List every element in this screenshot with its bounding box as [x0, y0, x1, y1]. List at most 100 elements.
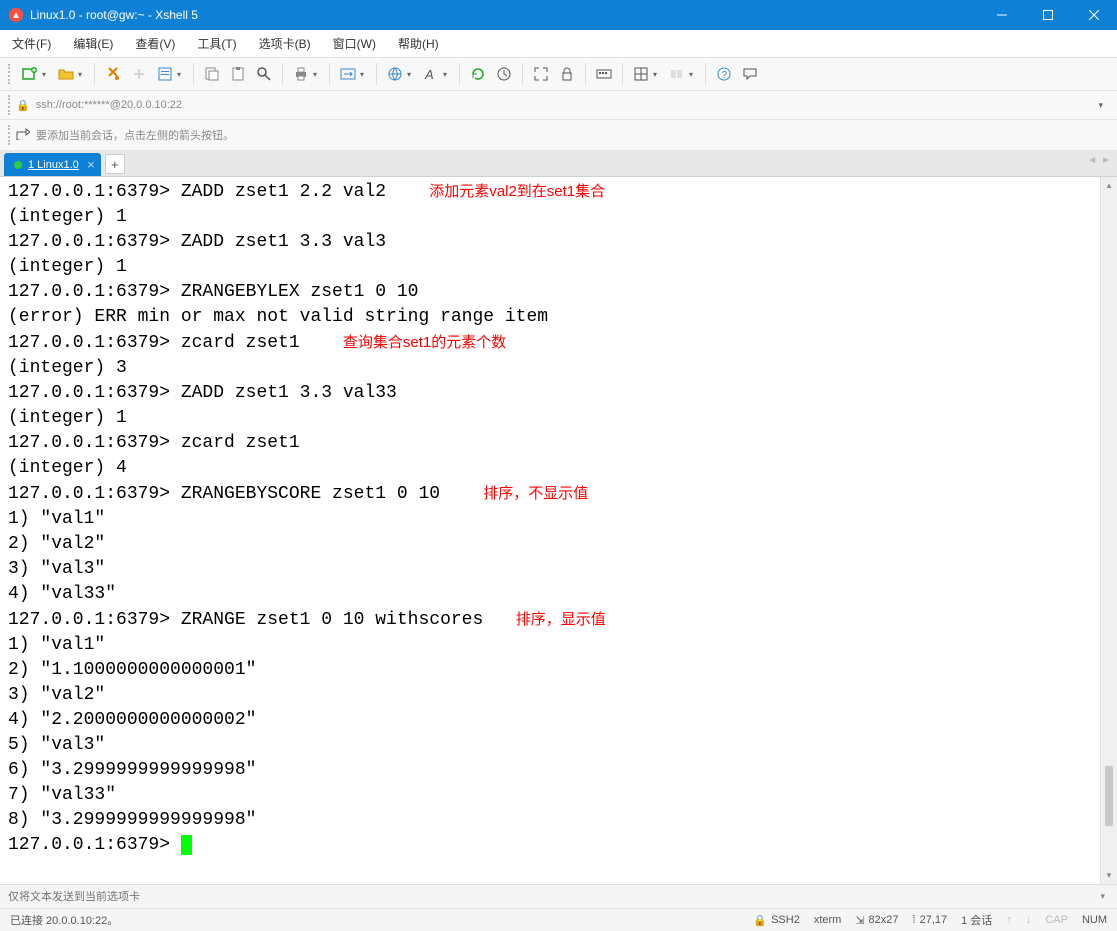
terminal-line: 5) "val3" — [8, 733, 1092, 758]
terminal-line: 1) "val1" — [8, 507, 1092, 532]
status-size: ⇲82x27 — [855, 914, 898, 927]
scroll-up-icon[interactable]: ▴ — [1101, 177, 1117, 194]
dropdown-icon[interactable]: ▾ — [689, 70, 697, 79]
dropdown-icon[interactable]: ▾ — [443, 70, 451, 79]
info-bar: 要添加当前会话，点击左侧的箭头按钮。 — [0, 120, 1117, 151]
address-bar: 🔒 ssh://root:******@20.0.0.10:22 ▾ — [0, 91, 1117, 120]
close-button[interactable] — [1071, 0, 1117, 30]
status-cap: CAP — [1045, 914, 1068, 926]
up-arrow-icon: ↑ — [1006, 914, 1012, 926]
terminal-line: 127.0.0.1:6379> ZRANGEBYSCORE zset1 0 10… — [8, 481, 1092, 507]
menu-window[interactable]: 窗口(W) — [329, 33, 380, 54]
toolbar-handle[interactable] — [8, 64, 12, 84]
svg-text:A: A — [424, 67, 434, 82]
terminal-line: 2) "val2" — [8, 532, 1092, 557]
toolbar-handle[interactable] — [8, 125, 12, 145]
maximize-button[interactable] — [1025, 0, 1071, 30]
send-input[interactable] — [8, 891, 1096, 903]
terminal-cursor — [181, 835, 192, 855]
menu-help[interactable]: 帮助(H) — [394, 33, 443, 54]
dropdown-icon[interactable]: ▾ — [313, 70, 321, 79]
svg-text:?: ? — [722, 70, 728, 81]
annotation: 添加元素val2到在set1集合 — [429, 183, 605, 200]
dropdown-icon[interactable]: ▾ — [1096, 891, 1109, 902]
down-arrow-icon: ↓ — [1026, 914, 1032, 926]
dropdown-icon[interactable]: ▾ — [177, 70, 185, 79]
terminal-line: 127.0.0.1:6379> zcard zset1 查询集合set1的元素个… — [8, 330, 1092, 356]
terminal-line: 127.0.0.1:6379> ZADD zset1 2.2 val2 添加元素… — [8, 179, 1092, 205]
dropdown-icon[interactable]: ▾ — [653, 70, 661, 79]
info-text: 要添加当前会话，点击左侧的箭头按钮。 — [36, 127, 234, 143]
status-protocol: 🔒SSH2 — [753, 914, 799, 927]
disconnect-button[interactable] — [127, 62, 151, 86]
menu-view[interactable]: 查看(V) — [131, 33, 179, 54]
menu-tabs[interactable]: 选项卡(B) — [255, 33, 315, 54]
feedback-button[interactable] — [738, 62, 762, 86]
paste-button[interactable] — [226, 62, 250, 86]
address-url[interactable]: ssh://root:******@20.0.0.10:22 — [36, 99, 1093, 111]
status-pos: ⁞27,17 — [913, 914, 948, 926]
reconnect-button[interactable] — [101, 62, 125, 86]
terminal-line: 127.0.0.1:6379> zcard zset1 — [8, 431, 1092, 456]
menu-file[interactable]: 文件(F) — [8, 33, 55, 54]
terminal-line: (integer) 4 — [8, 456, 1092, 481]
cursor-pos-icon: ⁞ — [913, 914, 916, 926]
menu-bar: 文件(F) 编辑(E) 查看(V) 工具(T) 选项卡(B) 窗口(W) 帮助(… — [0, 30, 1117, 58]
terminal-line: 1) "val1" — [8, 633, 1092, 658]
language-button[interactable] — [383, 62, 407, 86]
new-tab-button[interactable]: + — [105, 154, 125, 174]
minimize-button[interactable] — [979, 0, 1025, 30]
status-term: xterm — [814, 914, 842, 926]
tab-prev-icon[interactable]: ◄ — [1087, 155, 1097, 166]
terminal-line: 7) "val33" — [8, 783, 1092, 808]
terminal-line: 127.0.0.1:6379> ZRANGE zset1 0 10 withsc… — [8, 607, 1092, 633]
status-connection: 已连接 20.0.0.10:22。 — [10, 912, 118, 928]
scroll-down-icon[interactable]: ▾ — [1101, 867, 1117, 884]
dropdown-icon[interactable]: ▾ — [78, 70, 86, 79]
terminal-line: (integer) 3 — [8, 356, 1092, 381]
clock-button[interactable] — [492, 62, 516, 86]
dropdown-icon[interactable]: ▾ — [1092, 100, 1109, 111]
terminal-line: 127.0.0.1:6379> ZRANGEBYLEX zset1 0 10 — [8, 280, 1092, 305]
refresh-button[interactable] — [466, 62, 490, 86]
dropdown-icon[interactable]: ▾ — [360, 70, 368, 79]
xftp-button[interactable] — [336, 62, 360, 86]
tab-next-icon[interactable]: ► — [1101, 155, 1111, 166]
lock-button[interactable] — [555, 62, 579, 86]
copy-button[interactable] — [200, 62, 224, 86]
status-num: NUM — [1082, 914, 1107, 926]
toolbar-handle[interactable] — [8, 95, 12, 115]
keyboard-button[interactable] — [592, 62, 616, 86]
terminal-line: (integer) 1 — [8, 255, 1092, 280]
app-logo-icon — [8, 7, 24, 23]
tab-bar: 1 Linux1.0 × + ◄ ► — [0, 151, 1117, 177]
menu-edit[interactable]: 编辑(E) — [69, 33, 117, 54]
new-session-button[interactable] — [18, 62, 42, 86]
tab-linux[interactable]: 1 Linux1.0 × — [4, 153, 101, 176]
terminal-line: 3) "val2" — [8, 683, 1092, 708]
menu-tools[interactable]: 工具(T) — [193, 33, 240, 54]
terminal-line: 127.0.0.1:6379> ZADD zset1 3.3 val3 — [8, 230, 1092, 255]
font-button[interactable]: A — [419, 62, 443, 86]
lock-icon: 🔒 — [753, 914, 767, 927]
find-button[interactable] — [252, 62, 276, 86]
scrollbar[interactable]: ▴ ▾ — [1100, 177, 1117, 884]
help-button[interactable]: ? — [712, 62, 736, 86]
dropdown-icon[interactable]: ▾ — [42, 70, 50, 79]
print-button[interactable] — [289, 62, 313, 86]
toolbar: ▾ ▾ ▾ ▾ ▾ ▾ A ▾ ▾ ▾ ? — [0, 58, 1117, 91]
open-button[interactable] — [54, 62, 78, 86]
status-dot-icon — [14, 161, 22, 169]
send-input-bar: ▾ — [0, 884, 1117, 908]
dropdown-icon[interactable]: ▾ — [407, 70, 415, 79]
tile-button[interactable] — [629, 62, 653, 86]
terminal-view[interactable]: 127.0.0.1:6379> ZADD zset1 2.2 val2 添加元素… — [0, 177, 1100, 884]
scroll-thumb[interactable] — [1105, 766, 1113, 826]
tab-close-icon[interactable]: × — [87, 158, 95, 171]
properties-button[interactable] — [153, 62, 177, 86]
fullscreen-button[interactable] — [529, 62, 553, 86]
annotation: 排序，显示值 — [516, 611, 606, 628]
cascade-button[interactable] — [665, 62, 689, 86]
arrow-right-icon[interactable] — [16, 128, 30, 143]
terminal-line: (error) ERR min or max not valid string … — [8, 305, 1092, 330]
